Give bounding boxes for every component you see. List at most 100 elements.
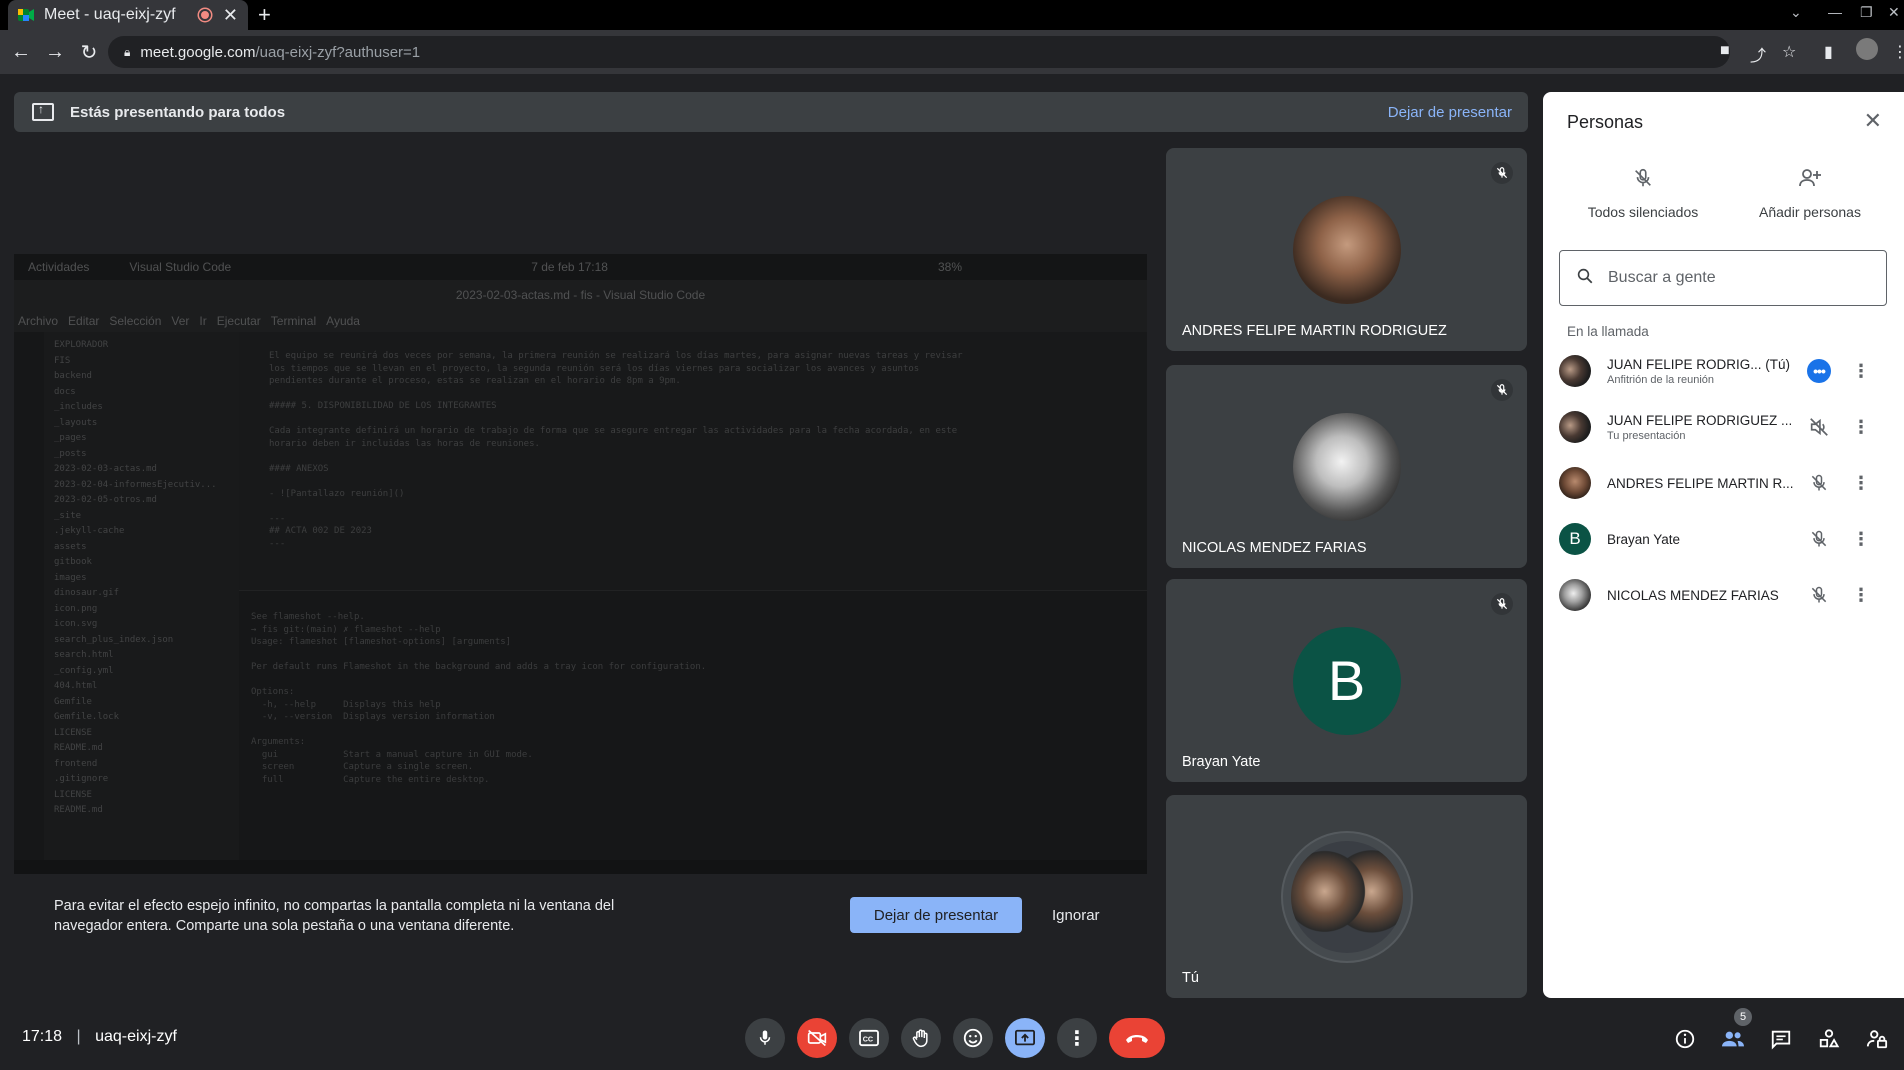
participant-name: NICOLAS MENDEZ FARIAS	[1182, 540, 1367, 556]
meeting-details-button[interactable]	[1672, 1026, 1698, 1052]
mic-off-icon	[1805, 581, 1833, 609]
camera-in-use-icon[interactable]: ■	[1720, 42, 1730, 60]
chat-button[interactable]	[1768, 1026, 1794, 1052]
participant-name: NICOLAS MENDEZ FARIAS	[1607, 587, 1779, 603]
present-screen-icon	[1015, 1029, 1035, 1046]
mic-off-icon	[1805, 525, 1833, 553]
captions-icon: CC	[859, 1029, 879, 1047]
camera-button[interactable]	[797, 1018, 837, 1058]
more-options-icon[interactable]: ⋮	[1851, 361, 1871, 382]
raise-hand-button[interactable]	[901, 1018, 941, 1058]
participant-avatar	[1559, 579, 1591, 611]
browser-toolbar: ← → ↻ 🔒︎ meet.google.com/uaq-eixj-zyf?au…	[0, 30, 1904, 74]
lock-icon: 🔒︎	[124, 44, 131, 59]
profile-avatar[interactable]	[1856, 38, 1878, 60]
close-window-icon[interactable]: ✕	[1888, 4, 1900, 21]
leave-call-button[interactable]	[1109, 1018, 1165, 1058]
forward-icon[interactable]: →	[42, 41, 68, 64]
raise-hand-icon	[912, 1029, 928, 1048]
presenting-banner: Estás presentando para todos Dejar de pr…	[14, 92, 1528, 132]
participant-photo	[1292, 412, 1401, 521]
participant-avatar	[1559, 355, 1591, 387]
host-controls-button[interactable]	[1864, 1026, 1890, 1052]
stop-presenting-link[interactable]: Dejar de presentar	[1388, 104, 1512, 121]
side-panel-icon[interactable]: ▮	[1824, 42, 1833, 62]
you-tag: (Tú)	[1765, 356, 1791, 372]
participant-initial-avatar: B	[1559, 523, 1591, 555]
browser-tab[interactable]: Meet - uaq-eixj-zyf ✕	[8, 0, 248, 30]
close-panel-icon[interactable]: ✕	[1864, 108, 1882, 134]
self-tile[interactable]: Tú	[1166, 795, 1527, 998]
participant-name: Brayan Yate	[1182, 754, 1261, 770]
new-tab-button[interactable]: +	[258, 2, 271, 28]
back-icon[interactable]: ←	[8, 41, 34, 64]
participant-row[interactable]: JUAN FELIPE RODRIGUEZ ... Tu presentació…	[1559, 404, 1889, 450]
mic-off-icon	[1491, 379, 1513, 401]
participant-row[interactable]: ANDRES FELIPE MARTIN R... ⋮	[1559, 460, 1889, 506]
search-icon	[1576, 267, 1594, 290]
tab-search-icon[interactable]: ⌄	[1790, 4, 1802, 21]
url-path: /uaq-eixj-zyf?authuser=1	[255, 43, 421, 61]
more-options-icon[interactable]: ⋮	[1851, 529, 1871, 550]
microphone-button[interactable]	[745, 1018, 785, 1058]
camera-off-icon	[807, 1029, 827, 1047]
restore-icon[interactable]: ❐	[1860, 4, 1873, 21]
people-icon	[1722, 1031, 1744, 1047]
volume-off-icon[interactable]	[1805, 413, 1833, 441]
participant-tile[interactable]: NICOLAS MENDEZ FARIAS	[1166, 365, 1527, 568]
share-icon[interactable]: ⤴	[1750, 42, 1766, 66]
browser-menu-icon[interactable]: ⋮	[1892, 42, 1904, 62]
people-search-box[interactable]	[1559, 250, 1887, 306]
participant-tile[interactable]: B Brayan Yate	[1166, 579, 1527, 782]
self-photo	[1290, 840, 1403, 953]
meeting-time: 17:18	[22, 1028, 63, 1045]
minimize-icon[interactable]: —	[1828, 4, 1842, 20]
add-person-icon	[1730, 164, 1890, 192]
mirror-overlay	[14, 254, 1147, 874]
more-options-icon[interactable]: ⋮	[1851, 585, 1871, 606]
participant-count-badge: 5	[1734, 1008, 1752, 1026]
warning-stop-presenting-button[interactable]: Dejar de presentar	[850, 897, 1022, 933]
participant-initial-avatar: B	[1292, 626, 1401, 735]
participant-name: JUAN FELIPE RODRIG... (Tú)	[1607, 357, 1803, 372]
mic-off-icon	[1563, 164, 1723, 192]
activities-shapes-icon	[1819, 1029, 1840, 1048]
add-people-button[interactable]: Añadir personas	[1730, 164, 1890, 220]
separator: |	[76, 1028, 81, 1045]
participant-tile[interactable]: ANDRES FELIPE MARTIN RODRIGUEZ	[1166, 148, 1527, 351]
participant-photo	[1292, 195, 1401, 304]
close-tab-icon[interactable]: ✕	[223, 5, 238, 26]
mirror-warning-text: Para evitar el efecto espejo infinito, n…	[54, 898, 615, 934]
participant-avatar	[1559, 411, 1591, 443]
participant-role: Tu presentación	[1607, 429, 1686, 442]
emoji-icon	[963, 1028, 983, 1048]
activities-button[interactable]	[1816, 1026, 1842, 1052]
present-now-button[interactable]	[1005, 1018, 1045, 1058]
browser-tab-strip: Meet - uaq-eixj-zyf ✕ + ⌄ — ❐ ✕	[0, 0, 1904, 30]
people-panel-title: Personas	[1567, 112, 1644, 132]
reload-icon[interactable]: ↻	[76, 40, 102, 65]
speaking-indicator-icon: •••	[1805, 357, 1833, 385]
people-button[interactable]	[1720, 1026, 1746, 1052]
more-options-button[interactable]: ⋮	[1057, 1018, 1097, 1058]
mic-off-icon	[1805, 469, 1833, 497]
address-bar[interactable]: 🔒︎ meet.google.com/uaq-eixj-zyf?authuser…	[108, 36, 1730, 68]
microphone-icon	[759, 1030, 771, 1045]
participant-row[interactable]: JUAN FELIPE RODRIG... (Tú) Anfitrión de …	[1559, 348, 1889, 394]
more-options-icon[interactable]: ⋮	[1851, 417, 1871, 438]
bookmark-star-icon[interactable]: ☆	[1782, 42, 1796, 62]
tab-title: Meet - uaq-eixj-zyf	[44, 6, 176, 23]
mute-all-button[interactable]: Todos silenciados	[1563, 164, 1723, 220]
warning-ignore-button[interactable]: Ignorar	[1052, 897, 1100, 933]
participant-row[interactable]: B Brayan Yate ⋮	[1559, 516, 1889, 562]
people-search-input[interactable]	[1608, 269, 1858, 287]
captions-button[interactable]: CC	[849, 1018, 889, 1058]
participant-row[interactable]: NICOLAS MENDEZ FARIAS ⋮	[1559, 572, 1889, 618]
meeting-code: uaq-eixj-zyf	[95, 1028, 177, 1045]
reactions-button[interactable]	[953, 1018, 993, 1058]
participant-name: Brayan Yate	[1607, 531, 1681, 547]
mic-off-icon	[1491, 593, 1513, 615]
more-options-icon[interactable]: ⋮	[1851, 473, 1871, 494]
meet-favicon-icon	[18, 8, 34, 22]
self-name: Tú	[1182, 970, 1199, 986]
